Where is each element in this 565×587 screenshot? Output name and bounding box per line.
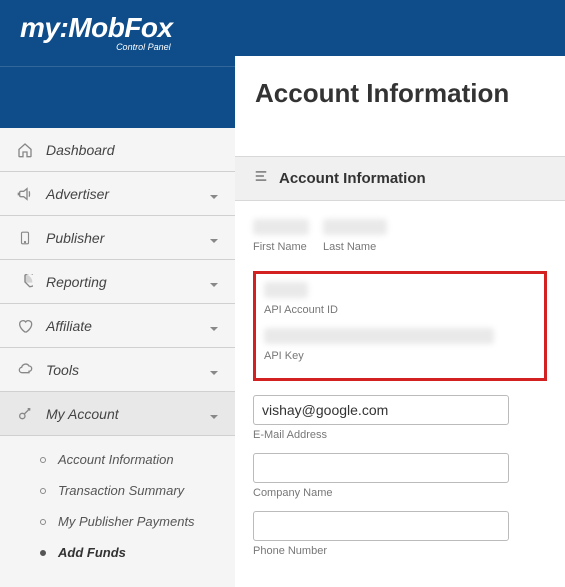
subnav-label: Transaction Summary	[58, 483, 184, 498]
sidebar-item-reporting[interactable]: Reporting	[0, 260, 235, 304]
page-title: Account Information	[255, 78, 509, 109]
last-name-field: Last Name	[323, 219, 387, 265]
chevron-down-icon	[209, 233, 219, 243]
subnav-my-account: Account Information Transaction Summary …	[0, 436, 235, 576]
header: my:MobFox Control Panel Account Informat…	[0, 0, 565, 128]
bullet-icon	[40, 550, 46, 556]
main-content: Account Information First Name Last Name…	[235, 128, 565, 587]
last-name-value-redacted	[323, 219, 387, 235]
logo-text: my:MobFox	[20, 12, 173, 44]
chevron-down-icon	[209, 365, 219, 375]
speaker-icon	[16, 186, 34, 202]
sidebar-item-dashboard[interactable]: Dashboard	[0, 128, 235, 172]
subnav-item-account-info[interactable]: Account Information	[0, 444, 235, 475]
subnav-item-publisher-payments[interactable]: My Publisher Payments	[0, 506, 235, 537]
sidebar-item-advertiser[interactable]: Advertiser	[0, 172, 235, 216]
chevron-down-icon	[209, 189, 219, 199]
subnav-label: My Publisher Payments	[58, 514, 195, 529]
chevron-down-icon	[209, 277, 219, 287]
panel-title: Account Information	[279, 170, 426, 187]
company-name-field[interactable]	[253, 453, 509, 483]
nav-label: Advertiser	[46, 186, 209, 202]
nav-label: Reporting	[46, 274, 209, 290]
chevron-down-icon	[209, 409, 219, 419]
api-key-value-redacted	[264, 328, 494, 344]
nav-label: Tools	[46, 362, 209, 378]
chart-pie-icon	[16, 274, 34, 290]
last-name-label: Last Name	[323, 241, 387, 253]
sidebar: Dashboard Advertiser Publisher Reporting	[0, 128, 235, 587]
bullet-icon	[40, 457, 46, 463]
list-icon	[253, 169, 269, 188]
nav-label: My Account	[46, 406, 209, 422]
sidebar-item-tools[interactable]: Tools	[0, 348, 235, 392]
first-name-field: First Name	[253, 219, 309, 265]
api-credentials-highlight: API Account ID API Key	[253, 271, 547, 381]
sidebar-item-my-account[interactable]: My Account	[0, 392, 235, 436]
sidebar-item-affiliate[interactable]: Affiliate	[0, 304, 235, 348]
bullet-icon	[40, 488, 46, 494]
company-label: Company Name	[253, 487, 547, 499]
form-area: First Name Last Name API Account ID API …	[235, 201, 565, 587]
subnav-label: Add Funds	[58, 545, 126, 560]
chevron-down-icon	[209, 321, 219, 331]
api-account-id-label: API Account ID	[264, 304, 536, 316]
sidebar-item-publisher[interactable]: Publisher	[0, 216, 235, 260]
subnav-label: Account Information	[58, 452, 174, 467]
logo: my:MobFox Control Panel	[20, 12, 173, 44]
first-name-label: First Name	[253, 241, 309, 253]
email-field[interactable]	[253, 395, 509, 425]
nav-label: Publisher	[46, 230, 209, 246]
panel-header: Account Information	[235, 156, 565, 201]
api-account-id-value-redacted	[264, 282, 308, 298]
subnav-item-add-funds[interactable]: Add Funds	[0, 537, 235, 568]
heart-icon	[16, 318, 34, 334]
first-name-value-redacted	[253, 219, 309, 235]
nav-label: Affiliate	[46, 318, 209, 334]
email-label: E-Mail Address	[253, 429, 547, 441]
nav-label: Dashboard	[46, 142, 219, 158]
subnav-item-transaction-summary[interactable]: Transaction Summary	[0, 475, 235, 506]
phone-number-field[interactable]	[253, 511, 509, 541]
phone-icon	[16, 230, 34, 246]
key-icon	[16, 406, 34, 422]
home-icon	[16, 142, 34, 158]
cloud-icon	[16, 362, 34, 378]
bullet-icon	[40, 519, 46, 525]
phone-label: Phone Number	[253, 545, 547, 557]
api-key-label: API Key	[264, 350, 536, 362]
logo-tagline: Control Panel	[116, 42, 171, 52]
